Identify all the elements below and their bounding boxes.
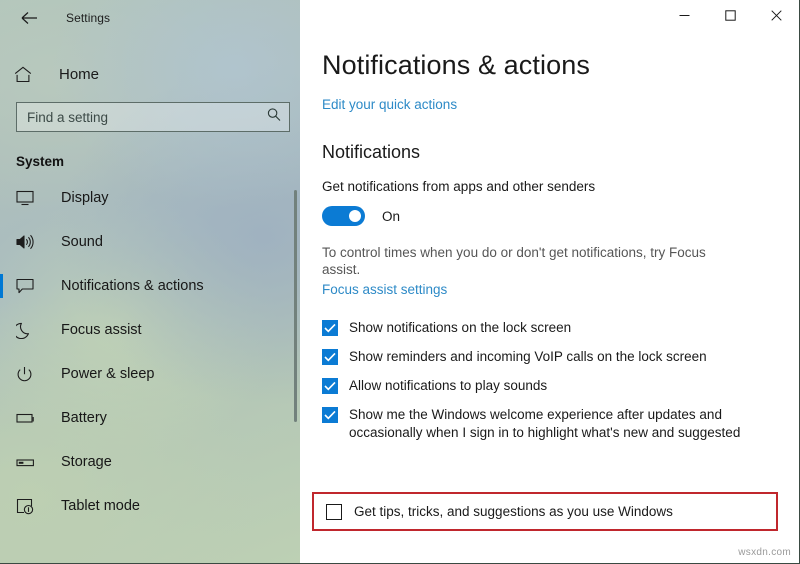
battery-icon [16,412,44,424]
sidebar-item-label-power-sleep: Power & sleep [61,366,155,382]
checkbox-unchecked-icon[interactable] [326,504,342,520]
speaker-icon [16,234,44,250]
window-title: Settings [66,11,111,25]
moon-icon [16,322,44,339]
checkbox-checked-icon[interactable] [322,320,338,336]
focus-assist-description: To control times when you do or don't ge… [322,245,706,277]
sidebar-item-label-focus-assist: Focus assist [61,322,142,338]
tablet-touch-icon [16,498,44,515]
sidebar-item-label-display: Display [61,190,109,206]
checkbox-row-welcome-experience[interactable]: Show me the Windows welcome experience a… [322,406,799,442]
sidebar-item-notifications-actions[interactable]: Notifications & actions [0,273,300,299]
checkbox-label-voip-reminders: Show reminders and incoming VoIP calls o… [349,349,707,364]
sidebar-item-label-battery: Battery [61,410,107,426]
checkbox-row-play-sounds[interactable]: Allow notifications to play sounds [322,377,799,395]
main-content: Notifications & actions Edit your quick … [300,0,799,563]
notification-options-list: Show notifications on the lock screen Sh… [322,319,799,442]
sidebar-nav-list: Display Sound Notifications & actions Fo… [0,185,300,519]
toggle-caption: Get notifications from apps and other se… [322,179,596,194]
sidebar-item-home[interactable]: Home [0,59,300,89]
sidebar-item-label-home: Home [59,65,100,83]
drive-icon [16,457,44,468]
section-title-notifications: Notifications [322,142,421,162]
highlighted-checkbox-row-tips-tricks[interactable]: Get tips, tricks, and suggestions as you… [312,492,778,531]
sidebar-item-label-sound: Sound [61,234,103,250]
notifications-toggle[interactable] [322,206,365,226]
sidebar-group-title: System [16,154,65,169]
window-controls [300,0,799,36]
sidebar-item-label-storage: Storage [61,454,112,470]
checkbox-checked-icon[interactable] [322,378,338,394]
search-input[interactable] [16,102,290,132]
sidebar-item-label-tablet-mode: Tablet mode [61,498,140,514]
sidebar-item-label-notifications-actions: Notifications & actions [61,278,204,294]
sidebar-item-storage[interactable]: Storage [0,449,300,475]
toggle-knob [349,210,361,222]
page-title: Notifications & actions [322,50,590,80]
checkbox-label-welcome-experience: Show me the Windows welcome experience a… [349,407,741,440]
monitor-icon [16,190,44,206]
toggle-state-label: On [382,208,401,224]
search-container [16,102,290,132]
sidebar-item-sound[interactable]: Sound [0,229,300,255]
sidebar-item-tablet-mode[interactable]: Tablet mode [0,493,300,519]
close-icon[interactable] [753,0,799,30]
watermark: wsxdn.com [738,547,791,558]
checkbox-checked-icon[interactable] [322,349,338,365]
focus-assist-settings-link[interactable]: Focus assist settings [322,282,447,297]
checkbox-label-tips-tricks: Get tips, tricks, and suggestions as you… [354,503,673,519]
back-arrow-icon[interactable] [14,4,44,32]
checkbox-row-lock-screen[interactable]: Show notifications on the lock screen [322,319,799,337]
checkbox-checked-icon[interactable] [322,407,338,423]
sidebar-item-display[interactable]: Display [0,185,300,211]
notifications-toggle-row: On [322,206,799,226]
sidebar-titlebar: Settings [0,0,300,36]
power-icon [16,366,44,383]
checkbox-label-play-sounds: Allow notifications to play sounds [349,378,548,393]
checkbox-label-lock-screen: Show notifications on the lock screen [349,320,572,335]
sidebar-scrollbar[interactable] [294,190,297,422]
notification-bubble-icon [16,278,44,295]
sidebar-item-power-sleep[interactable]: Power & sleep [0,361,300,387]
sidebar: Settings Home System [0,0,300,563]
sidebar-item-battery[interactable]: Battery [0,405,300,431]
home-icon [14,66,42,83]
minimize-icon[interactable] [661,0,707,30]
checkbox-row-voip-reminders[interactable]: Show reminders and incoming VoIP calls o… [322,348,799,366]
settings-window: Settings Home System [0,0,800,564]
maximize-icon[interactable] [707,0,753,30]
sidebar-item-focus-assist[interactable]: Focus assist [0,317,300,343]
edit-quick-actions-link[interactable]: Edit your quick actions [322,97,457,112]
